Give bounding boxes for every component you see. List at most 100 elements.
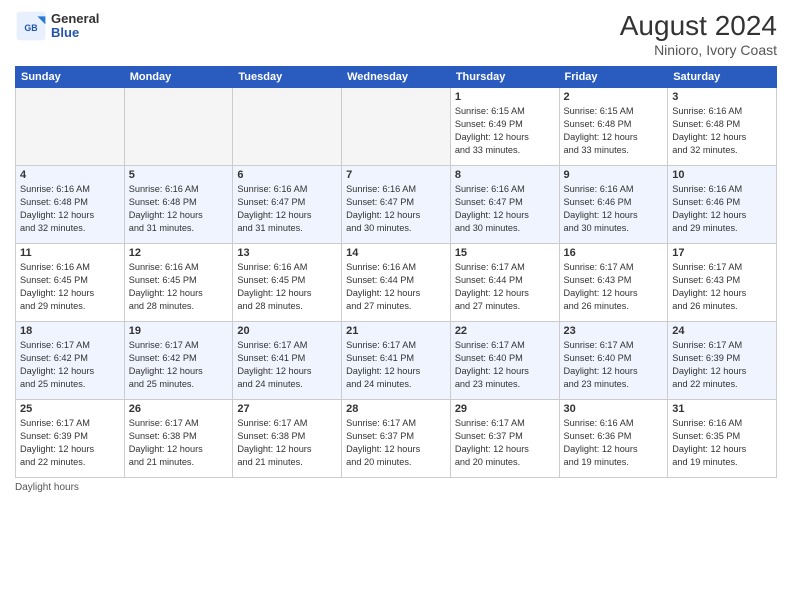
day-number: 8 bbox=[455, 169, 555, 181]
calendar-cell: 5 Sunrise: 6:16 AM Sunset: 6:48 PM Daylig… bbox=[124, 166, 233, 244]
day-info: Sunrise: 6:16 AM Sunset: 6:47 PM Dayligh… bbox=[237, 183, 337, 235]
calendar-cell: 19 Sunrise: 6:17 AM Sunset: 6:42 PM Dayli… bbox=[124, 322, 233, 400]
day-info: Sunrise: 6:16 AM Sunset: 6:48 PM Dayligh… bbox=[129, 183, 229, 235]
calendar-cell: 3Sunrise: 6:16 AM Sunset: 6:48 PM Daylig… bbox=[668, 88, 777, 166]
weekday-header-thursday: Thursday bbox=[450, 67, 559, 88]
day-number: 7 bbox=[346, 169, 446, 181]
calendar-cell bbox=[342, 88, 451, 166]
day-info: Sunrise: 6:17 AM Sunset: 6:39 PM Dayligh… bbox=[20, 417, 120, 469]
calendar-cell: 27Sunrise: 6:17 AM Sunset: 6:38 PM Dayli… bbox=[233, 400, 342, 478]
day-number: 18 bbox=[20, 325, 120, 337]
day-number: 20 bbox=[237, 325, 337, 337]
calendar-cell: 15Sunrise: 6:17 AM Sunset: 6:44 PM Dayli… bbox=[450, 244, 559, 322]
day-info: Sunrise: 6:17 AM Sunset: 6:44 PM Dayligh… bbox=[455, 261, 555, 313]
day-number: 26 bbox=[129, 403, 229, 415]
calendar-cell: 23Sunrise: 6:17 AM Sunset: 6:40 PM Dayli… bbox=[559, 322, 668, 400]
day-info: Sunrise: 6:16 AM Sunset: 6:36 PM Dayligh… bbox=[564, 417, 664, 469]
day-info: Sunrise: 6:16 AM Sunset: 6:47 PM Dayligh… bbox=[346, 183, 446, 235]
calendar-cell bbox=[233, 88, 342, 166]
day-number: 25 bbox=[20, 403, 120, 415]
calendar-cell: 7 Sunrise: 6:16 AM Sunset: 6:47 PM Daylig… bbox=[342, 166, 451, 244]
day-info: Sunrise: 6:17 AM Sunset: 6:37 PM Dayligh… bbox=[346, 417, 446, 469]
day-number: 5 bbox=[129, 169, 229, 181]
day-number: 29 bbox=[455, 403, 555, 415]
calendar-cell: 31 Sunrise: 6:16 AM Sunset: 6:35 PM Dayli… bbox=[668, 400, 777, 478]
day-info: Sunrise: 6:17 AM Sunset: 6:39 PM Dayligh… bbox=[672, 339, 772, 391]
logo-text: General Blue bbox=[51, 12, 99, 41]
day-info: Sunrise: 6:17 AM Sunset: 6:38 PM Dayligh… bbox=[129, 417, 229, 469]
calendar-cell: 17 Sunrise: 6:17 AM Sunset: 6:43 PM Dayli… bbox=[668, 244, 777, 322]
day-info: Sunrise: 6:16 AM Sunset: 6:45 PM Dayligh… bbox=[237, 261, 337, 313]
day-number: 30 bbox=[564, 403, 664, 415]
day-info: Sunrise: 6:15 AM Sunset: 6:49 PM Dayligh… bbox=[455, 105, 555, 157]
day-number: 6 bbox=[237, 169, 337, 181]
calendar-cell: 11 Sunrise: 6:16 AM Sunset: 6:45 PM Dayli… bbox=[16, 244, 125, 322]
calendar-cell: 18 Sunrise: 6:17 AM Sunset: 6:42 PM Dayli… bbox=[16, 322, 125, 400]
legend: Daylight hours bbox=[15, 482, 777, 493]
day-number: 12 bbox=[129, 247, 229, 259]
day-number: 10 bbox=[672, 169, 772, 181]
day-info: Sunrise: 6:16 AM Sunset: 6:44 PM Dayligh… bbox=[346, 261, 446, 313]
calendar-cell: 9Sunrise: 6:16 AM Sunset: 6:46 PM Daylig… bbox=[559, 166, 668, 244]
day-number: 17 bbox=[672, 247, 772, 259]
weekday-header-friday: Friday bbox=[559, 67, 668, 88]
calendar-cell: 26 Sunrise: 6:17 AM Sunset: 6:38 PM Dayli… bbox=[124, 400, 233, 478]
calendar-cell: 29 Sunrise: 6:17 AM Sunset: 6:37 PM Dayli… bbox=[450, 400, 559, 478]
calendar-cell: 8 Sunrise: 6:16 AM Sunset: 6:47 PM Daylig… bbox=[450, 166, 559, 244]
day-number: 28 bbox=[346, 403, 446, 415]
day-number: 31 bbox=[672, 403, 772, 415]
day-info: Sunrise: 6:16 AM Sunset: 6:35 PM Dayligh… bbox=[672, 417, 772, 469]
title-block: August 2024 Ninioro, Ivory Coast bbox=[620, 10, 777, 58]
calendar-cell: 2Sunrise: 6:15 AM Sunset: 6:48 PM Daylig… bbox=[559, 88, 668, 166]
calendar-cell: 12 Sunrise: 6:16 AM Sunset: 6:45 PM Dayli… bbox=[124, 244, 233, 322]
page: GB General Blue August 2024 Ninioro, Ivo… bbox=[0, 0, 792, 612]
day-info: Sunrise: 6:17 AM Sunset: 6:40 PM Dayligh… bbox=[455, 339, 555, 391]
calendar-cell bbox=[16, 88, 125, 166]
day-info: Sunrise: 6:17 AM Sunset: 6:43 PM Dayligh… bbox=[564, 261, 664, 313]
calendar-cell: 21 Sunrise: 6:17 AM Sunset: 6:41 PM Dayli… bbox=[342, 322, 451, 400]
day-info: Sunrise: 6:17 AM Sunset: 6:41 PM Dayligh… bbox=[237, 339, 337, 391]
day-number: 21 bbox=[346, 325, 446, 337]
month-year: August 2024 bbox=[620, 10, 777, 42]
day-number: 4 bbox=[20, 169, 120, 181]
day-info: Sunrise: 6:16 AM Sunset: 6:46 PM Dayligh… bbox=[564, 183, 664, 235]
calendar-cell: 10 Sunrise: 6:16 AM Sunset: 6:46 PM Dayli… bbox=[668, 166, 777, 244]
calendar-cell: 4 Sunrise: 6:16 AM Sunset: 6:48 PM Daylig… bbox=[16, 166, 125, 244]
calendar-cell: 25 Sunrise: 6:17 AM Sunset: 6:39 PM Dayli… bbox=[16, 400, 125, 478]
day-number: 11 bbox=[20, 247, 120, 259]
day-info: Sunrise: 6:17 AM Sunset: 6:41 PM Dayligh… bbox=[346, 339, 446, 391]
day-info: Sunrise: 6:17 AM Sunset: 6:37 PM Dayligh… bbox=[455, 417, 555, 469]
day-number: 13 bbox=[237, 247, 337, 259]
calendar-cell: 30 Sunrise: 6:16 AM Sunset: 6:36 PM Dayli… bbox=[559, 400, 668, 478]
day-number: 27 bbox=[237, 403, 337, 415]
day-number: 22 bbox=[455, 325, 555, 337]
calendar-cell bbox=[124, 88, 233, 166]
calendar-cell: 6 Sunrise: 6:16 AM Sunset: 6:47 PM Daylig… bbox=[233, 166, 342, 244]
day-number: 24 bbox=[672, 325, 772, 337]
svg-text:GB: GB bbox=[24, 23, 37, 33]
day-number: 1 bbox=[455, 91, 555, 103]
day-info: Sunrise: 6:16 AM Sunset: 6:48 PM Dayligh… bbox=[20, 183, 120, 235]
day-info: Sunrise: 6:16 AM Sunset: 6:45 PM Dayligh… bbox=[20, 261, 120, 313]
calendar: SundayMondayTuesdayWednesdayThursdayFrid… bbox=[15, 66, 777, 478]
header: GB General Blue August 2024 Ninioro, Ivo… bbox=[15, 10, 777, 58]
weekday-header-sunday: Sunday bbox=[16, 67, 125, 88]
day-info: Sunrise: 6:16 AM Sunset: 6:46 PM Dayligh… bbox=[672, 183, 772, 235]
day-number: 23 bbox=[564, 325, 664, 337]
day-info: Sunrise: 6:16 AM Sunset: 6:47 PM Dayligh… bbox=[455, 183, 555, 235]
weekday-header-monday: Monday bbox=[124, 67, 233, 88]
calendar-cell: 14Sunrise: 6:16 AM Sunset: 6:44 PM Dayli… bbox=[342, 244, 451, 322]
day-number: 3 bbox=[672, 91, 772, 103]
day-number: 16 bbox=[564, 247, 664, 259]
day-info: Sunrise: 6:17 AM Sunset: 6:42 PM Dayligh… bbox=[20, 339, 120, 391]
day-info: Sunrise: 6:16 AM Sunset: 6:45 PM Dayligh… bbox=[129, 261, 229, 313]
day-info: Sunrise: 6:17 AM Sunset: 6:42 PM Dayligh… bbox=[129, 339, 229, 391]
logo-general: General bbox=[51, 12, 99, 26]
daylight-label: Daylight hours bbox=[15, 482, 79, 493]
calendar-cell: 28 Sunrise: 6:17 AM Sunset: 6:37 PM Dayli… bbox=[342, 400, 451, 478]
calendar-cell: 1 Sunrise: 6:15 AM Sunset: 6:49 PM Daylig… bbox=[450, 88, 559, 166]
day-info: Sunrise: 6:15 AM Sunset: 6:48 PM Dayligh… bbox=[564, 105, 664, 157]
day-number: 19 bbox=[129, 325, 229, 337]
weekday-header-saturday: Saturday bbox=[668, 67, 777, 88]
day-info: Sunrise: 6:17 AM Sunset: 6:43 PM Dayligh… bbox=[672, 261, 772, 313]
